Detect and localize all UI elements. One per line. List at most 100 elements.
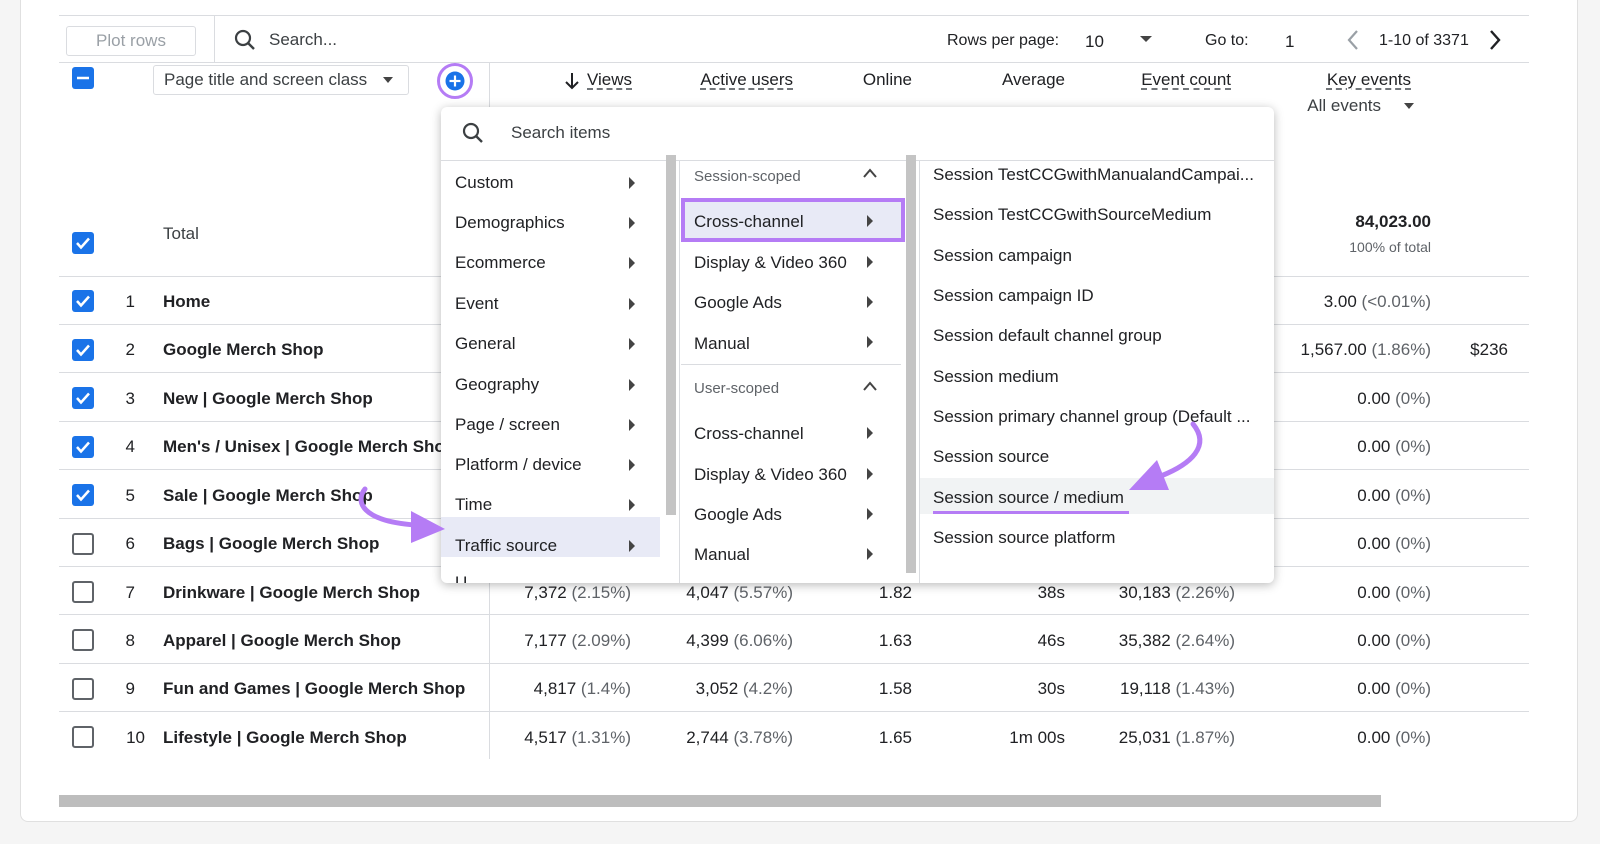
row-key-events: 3.00 (<0.01%)	[1323, 292, 1431, 311]
row-checkbox[interactable]	[72, 726, 94, 748]
option-item[interactable]: Session campaign ID	[933, 286, 1094, 306]
session-scoped-header: Session-scoped	[694, 168, 801, 185]
row-average: 1m 00s	[1009, 728, 1065, 747]
row-checkbox[interactable]	[72, 629, 94, 651]
user-manual[interactable]: Manual	[694, 545, 750, 565]
category-user[interactable]: U	[455, 573, 467, 583]
dimension-select[interactable]: Page title and screen class	[153, 65, 409, 95]
total-event-count: 84,023.00	[1355, 212, 1431, 231]
key-events-filter[interactable]: All events	[1301, 96, 1381, 116]
chevron-right-icon[interactable]	[1487, 28, 1503, 52]
row-event-count: 25,031 (1.87%)	[1118, 728, 1235, 747]
session-display-video-360[interactable]: Display & Video 360	[694, 253, 847, 273]
column-header-key-events[interactable]: Key events	[1317, 70, 1411, 90]
goto-label: Go to:	[1205, 32, 1249, 49]
row-checkbox[interactable]	[72, 484, 94, 506]
row-average: 38s	[1037, 583, 1065, 602]
row-title[interactable]: Sale | Google Merch Shop	[163, 486, 373, 506]
category-page-screen[interactable]: Page / screen	[455, 415, 560, 435]
caret-down-icon[interactable]	[1403, 102, 1415, 110]
column-header-event-count[interactable]: Event count	[1131, 70, 1231, 90]
caret-right-icon	[629, 217, 635, 229]
chevron-up-icon[interactable]	[862, 380, 878, 392]
user-google-ads[interactable]: Google Ads	[694, 505, 782, 525]
row-number: 2	[125, 340, 135, 359]
annotation-arrow-icon	[358, 486, 445, 543]
row-views: 4,517 (1.31%)	[524, 728, 631, 747]
table-search-input[interactable]: Search...	[269, 30, 337, 50]
option-item[interactable]: Session campaign	[933, 246, 1072, 266]
row-title[interactable]: Bags | Google Merch Shop	[163, 534, 379, 554]
row-title[interactable]: New | Google Merch Shop	[163, 389, 373, 409]
category-event[interactable]: Event	[455, 294, 498, 314]
row-checkbox[interactable]	[72, 436, 94, 458]
user-cross-channel[interactable]: Cross-channel	[694, 424, 804, 444]
caret-down-icon[interactable]	[1139, 34, 1153, 44]
category-general[interactable]: General	[455, 334, 515, 354]
row-title[interactable]: Men's / Unisex | Google Merch Shop	[163, 437, 455, 457]
option-item[interactable]: Session TestCCGwithSourceMedium	[933, 205, 1211, 225]
column-header-online[interactable]: Online	[851, 70, 912, 90]
dimension-picker-menu: Search items Custom Demographics Ecommer…	[441, 107, 1274, 583]
total-checkbox[interactable]	[72, 232, 94, 254]
row-number: 6	[125, 534, 135, 553]
option-item[interactable]: Session medium	[933, 367, 1059, 387]
row-title[interactable]: Google Merch Shop	[163, 340, 324, 360]
scope-scrollbar[interactable]	[906, 155, 916, 573]
column-header-views[interactable]: Views	[587, 70, 632, 90]
caret-right-icon	[867, 215, 873, 227]
row-active-users: 4,047 (5.57%)	[686, 583, 793, 602]
goto-input[interactable]: 1	[1285, 32, 1294, 52]
category-scrollbar[interactable]	[666, 155, 676, 515]
option-item[interactable]: Session default channel group	[933, 326, 1162, 346]
column-header-average[interactable]: Average	[981, 70, 1065, 90]
category-platform-device[interactable]: Platform / device	[455, 455, 582, 475]
row-title[interactable]: Fun and Games | Google Merch Shop	[163, 679, 465, 699]
select-all-checkbox[interactable]	[72, 67, 94, 89]
chevron-left-icon[interactable]	[1345, 28, 1361, 52]
category-custom[interactable]: Custom	[455, 173, 514, 193]
row-checkbox[interactable]	[72, 290, 94, 312]
option-item[interactable]: Session source platform	[933, 528, 1115, 548]
row-title[interactable]: Apparel | Google Merch Shop	[163, 631, 401, 651]
user-display-video-360[interactable]: Display & Video 360	[694, 465, 847, 485]
session-google-ads[interactable]: Google Ads	[694, 293, 782, 313]
row-number: 4	[125, 437, 135, 456]
annotation-arrow-icon	[1129, 421, 1203, 490]
row-views: 7,177 (2.09%)	[524, 631, 631, 650]
category-traffic-source[interactable]: Traffic source	[455, 536, 557, 556]
row-views: 4,817 (1.4%)	[533, 679, 631, 698]
category-geography[interactable]: Geography	[455, 375, 539, 395]
chevron-up-icon[interactable]	[862, 167, 878, 179]
session-cross-channel[interactable]: Cross-channel	[694, 212, 804, 232]
plot-rows-button[interactable]: Plot rows	[66, 26, 196, 56]
row-key-events: 0.00 (0%)	[1357, 679, 1431, 698]
rows-per-page-select[interactable]: 10	[1085, 32, 1104, 52]
row-checkbox[interactable]	[72, 533, 94, 555]
row-active-users: 3,052 (4.2%)	[695, 679, 793, 698]
row-key-events: 0.00 (0%)	[1357, 728, 1431, 747]
row-checkbox[interactable]	[72, 581, 94, 603]
picker-search-input[interactable]: Search items	[511, 123, 610, 143]
horizontal-scrollbar[interactable]	[59, 795, 1381, 807]
row-checkbox[interactable]	[72, 387, 94, 409]
add-dimension-button[interactable]	[437, 63, 473, 99]
row-checkbox[interactable]	[72, 678, 94, 700]
column-header-active-users[interactable]: Active users	[681, 70, 793, 90]
option-item[interactable]: Session source	[933, 447, 1049, 467]
row-checkbox[interactable]	[72, 339, 94, 361]
caret-right-icon	[867, 468, 873, 480]
row-title[interactable]: Lifestyle | Google Merch Shop	[163, 728, 407, 748]
total-event-count-pct: 100% of total	[1349, 239, 1431, 255]
caret-right-icon	[629, 257, 635, 269]
row-title[interactable]: Home	[163, 292, 210, 312]
category-ecommerce[interactable]: Ecommerce	[455, 253, 546, 273]
row-title[interactable]: Drinkware | Google Merch Shop	[163, 583, 420, 603]
session-manual[interactable]: Manual	[694, 334, 750, 354]
option-item[interactable]: Session TestCCGwithManualandCampai...	[933, 165, 1254, 185]
category-demographics[interactable]: Demographics	[455, 213, 565, 233]
row-online: 1.65	[878, 728, 912, 747]
option-session-source-medium[interactable]: Session source / medium	[933, 488, 1124, 508]
table-toolbar: Plot rows Search... Rows per page: 10 Go…	[59, 15, 1529, 63]
row-key-events: 1,567.00 (1.86%)	[1300, 340, 1431, 359]
